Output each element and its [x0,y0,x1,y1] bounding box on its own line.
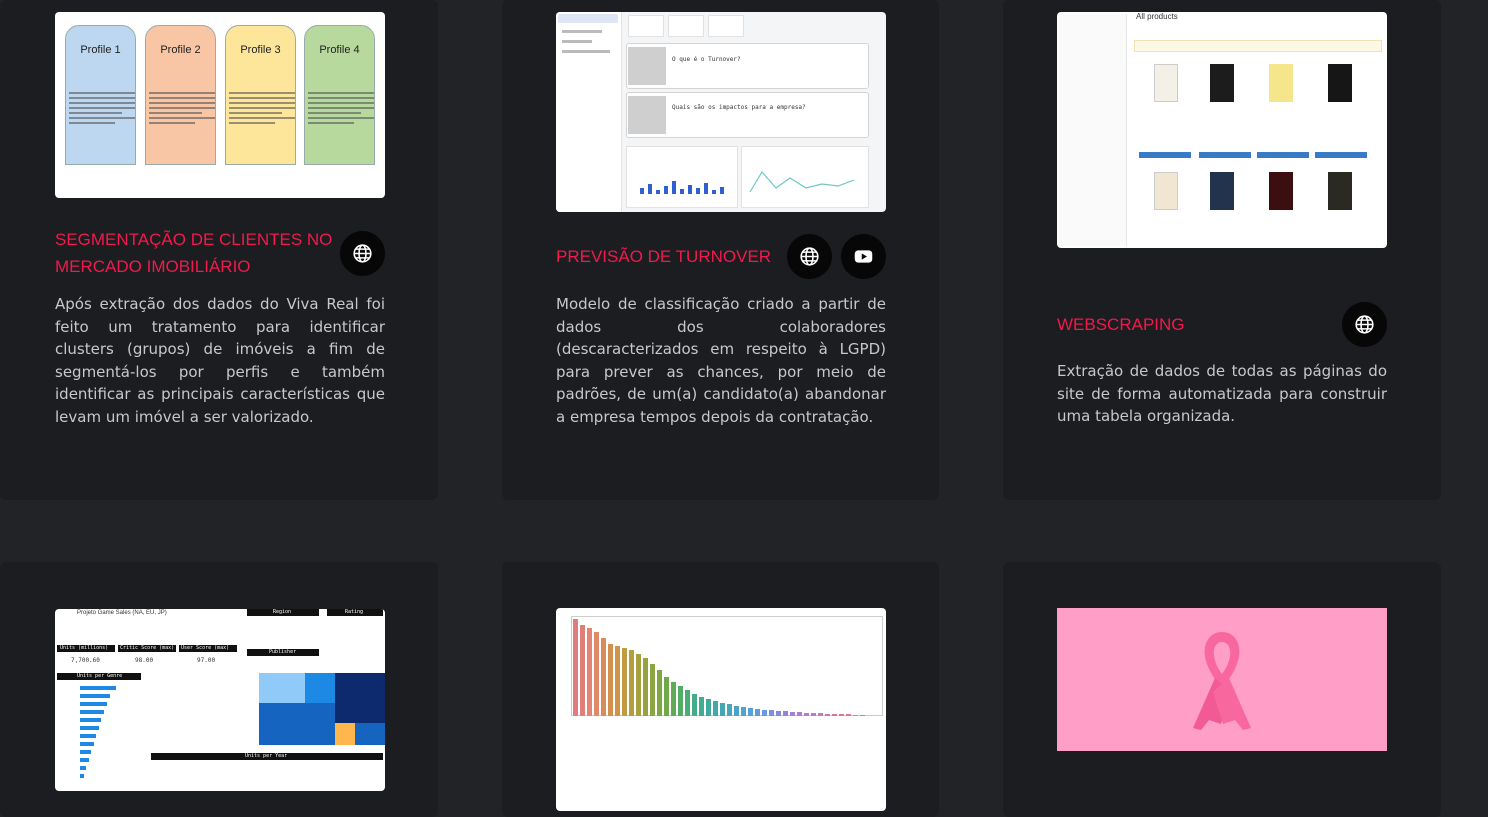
project-card-breast-cancer [1003,562,1441,817]
globe-icon [800,247,819,266]
profile-card-4: Profile 4 [304,25,375,165]
profile-card-1: Profile 1 [65,25,136,165]
game-sales-thumbnail[interactable]: Projeto Game Sales (NA, EU, JP) Units (m… [55,609,385,791]
profile-card-3: Profile 3 [225,25,296,165]
website-link-button[interactable] [340,231,385,276]
webscraping-thumbnail[interactable]: All products [1057,12,1387,248]
panel-genre: Units per Genre [77,673,123,679]
youtube-link-button[interactable] [841,234,886,279]
project-card-feature-importance [502,562,939,817]
panel-publisher: Publisher [269,649,297,655]
dashboard-title: Projeto Game Sales (NA, EU, JP) [77,610,167,616]
kpi-label-units: Units (millions) [60,645,109,651]
kpi-label-user: User Score (max) [181,645,230,651]
profile-name: Profile 1 [80,44,121,56]
kpi-label-critic: Critic Score (max) [120,645,175,651]
profile-name: Profile 3 [240,44,281,56]
project-card-webscraping: All products WEBSCRAPING Extração de dad… [1003,0,1441,500]
webscraping-heading: All products [1136,12,1178,21]
website-link-button[interactable] [787,234,832,279]
project-description: Extração de dados de todas as páginas do… [1057,362,1387,426]
profile-name: Profile 4 [319,44,360,56]
project-description: Modelo de classificação criado a partir … [556,295,886,426]
feature-importance-thumbnail[interactable] [556,608,886,811]
globe-icon [353,244,372,263]
project-title: SEGMENTAÇÃO DE CLIENTES NO MERCADO IMOBI… [55,230,333,276]
globe-icon [1355,315,1374,334]
project-title: WEBSCRAPING [1057,315,1185,334]
project-card-game-sales: Projeto Game Sales (NA, EU, JP) Units (m… [0,562,438,817]
turnover-question-1: O que é o Turnover? [672,56,741,63]
kpi-value-user: 97.00 [197,657,216,664]
breast-cancer-thumbnail[interactable] [1057,608,1387,751]
panel-year: Units per Year [245,753,288,759]
turnover-question-2: Quais são os impactos para a empresa? [672,104,806,111]
project-card-segmentation: Profile 1 Profile 2 Profile 3 Profile 4 … [0,0,438,500]
kpi-value-critic: 98.00 [135,657,154,664]
project-description: Após extração dos dados do Viva Real foi… [55,295,385,426]
website-link-button[interactable] [1342,302,1387,347]
profile-card-2: Profile 2 [145,25,216,165]
awareness-ribbon-icon [1193,632,1251,730]
panel-region: Region [273,609,292,615]
turnover-thumbnail[interactable]: O que é o Turnover? Quais são os impacto… [556,12,886,212]
kpi-value-units: 7,700.60 [71,657,100,664]
profile-name: Profile 2 [160,44,201,56]
project-card-turnover: O que é o Turnover? Quais são os impacto… [502,0,939,500]
youtube-icon [854,250,873,263]
project-title: PREVISÃO DE TURNOVER [556,247,772,266]
panel-rating: Rating [345,609,364,615]
segmentation-thumbnail[interactable]: Profile 1 Profile 2 Profile 3 Profile 4 [55,12,385,198]
